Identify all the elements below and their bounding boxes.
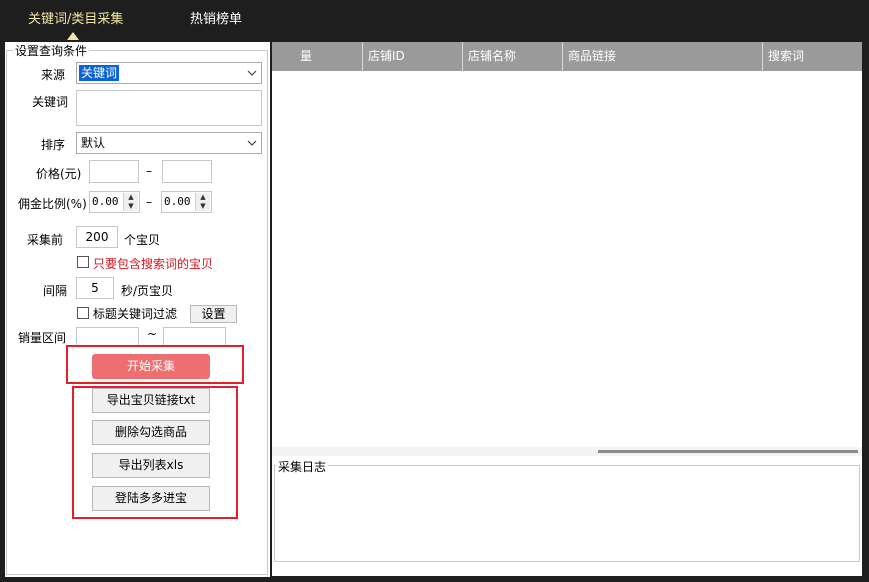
collect-count-label: 采集前: [27, 233, 64, 247]
column-header[interactable]: 商品链接: [562, 42, 762, 71]
query-group-title: 设置查询条件: [13, 42, 90, 59]
top-tab-bar: 关键词/类目采集 热销榜单: [0, 0, 869, 40]
commission-max-stepper[interactable]: 0.00 ▲ ▼: [161, 191, 212, 213]
interval-label: 间隔: [43, 284, 68, 298]
commission-min-value: 0.00: [92, 195, 119, 208]
sort-selected-value: 默认: [81, 136, 106, 150]
stepper-down-icon[interactable]: ▼: [196, 202, 210, 211]
source-label: 来源: [41, 68, 66, 82]
sort-label: 排序: [41, 138, 66, 152]
collect-count-unit: 个宝贝: [124, 233, 161, 247]
title-filter-label: 标题关键词过滤: [93, 307, 178, 321]
column-header[interactable]: 搜索词: [762, 42, 862, 71]
interval-input[interactable]: 5: [76, 277, 114, 299]
only-keyword-label: 只要包含搜索词的宝贝: [93, 257, 214, 271]
chevron-down-icon: [247, 67, 257, 79]
stepper-up-icon[interactable]: ▲: [196, 193, 210, 202]
delete-checked-button[interactable]: 删除勾选商品: [92, 420, 210, 445]
export-list-xls-button[interactable]: 导出列表xls: [92, 453, 210, 478]
commission-min-stepper[interactable]: 0.00 ▲ ▼: [89, 191, 140, 213]
price-min-input[interactable]: [89, 160, 139, 183]
commission-max-value: 0.00: [164, 195, 191, 208]
tab-hot-list[interactable]: 热销榜单: [190, 8, 242, 27]
stepper-down-icon[interactable]: ▼: [124, 202, 138, 211]
stepper-arrows[interactable]: ▲ ▼: [123, 193, 138, 211]
sales-max-input[interactable]: [163, 327, 226, 347]
stepper-up-icon[interactable]: ▲: [124, 193, 138, 202]
sales-min-input[interactable]: [76, 327, 139, 347]
table-header: 量 店铺ID 店铺名称 商品链接 搜索词: [272, 42, 862, 71]
only-keyword-checkbox[interactable]: [77, 256, 89, 268]
results-table[interactable]: 量 店铺ID 店铺名称 商品链接 搜索词: [272, 42, 862, 447]
login-duoduo-button[interactable]: 登陆多多进宝: [92, 486, 210, 511]
collect-log-panel: 采集日志: [272, 456, 862, 576]
active-tab-indicator: [67, 32, 79, 40]
keyword-label: 关键词: [32, 95, 69, 109]
chevron-down-icon: [247, 137, 257, 149]
tab-keyword-category[interactable]: 关键词/类目采集: [28, 8, 123, 27]
source-selected-value: 关键词: [79, 65, 120, 81]
sort-select[interactable]: 默认: [76, 132, 262, 154]
commission-range-separator: –: [146, 195, 152, 209]
stepper-arrows[interactable]: ▲ ▼: [195, 193, 210, 211]
export-links-txt-button[interactable]: 导出宝贝链接txt: [92, 388, 210, 413]
price-max-input[interactable]: [162, 160, 212, 183]
title-filter-checkbox[interactable]: [77, 307, 89, 319]
interval-unit: 秒/页宝贝: [121, 284, 174, 298]
source-select[interactable]: 关键词: [76, 62, 262, 84]
sales-range-label: 销量区间: [18, 331, 67, 345]
sales-range-separator: ~: [147, 327, 158, 341]
price-range-separator: –: [146, 164, 152, 178]
log-group-border: [274, 465, 860, 562]
collect-count-input[interactable]: 200: [76, 226, 118, 248]
price-label: 价格(元): [36, 167, 82, 181]
filter-settings-button[interactable]: 设置: [190, 305, 237, 323]
column-header[interactable]: 店铺名称: [462, 42, 562, 71]
column-header[interactable]: 量: [272, 42, 362, 71]
column-header[interactable]: 店铺ID: [362, 42, 462, 71]
keyword-input[interactable]: [76, 90, 262, 126]
start-collect-button[interactable]: 开始采集: [92, 354, 210, 379]
log-title: 采集日志: [276, 458, 329, 475]
commission-label: 佣金比例(%): [18, 197, 87, 211]
horizontal-scrollbar-thumb[interactable]: [598, 450, 858, 453]
